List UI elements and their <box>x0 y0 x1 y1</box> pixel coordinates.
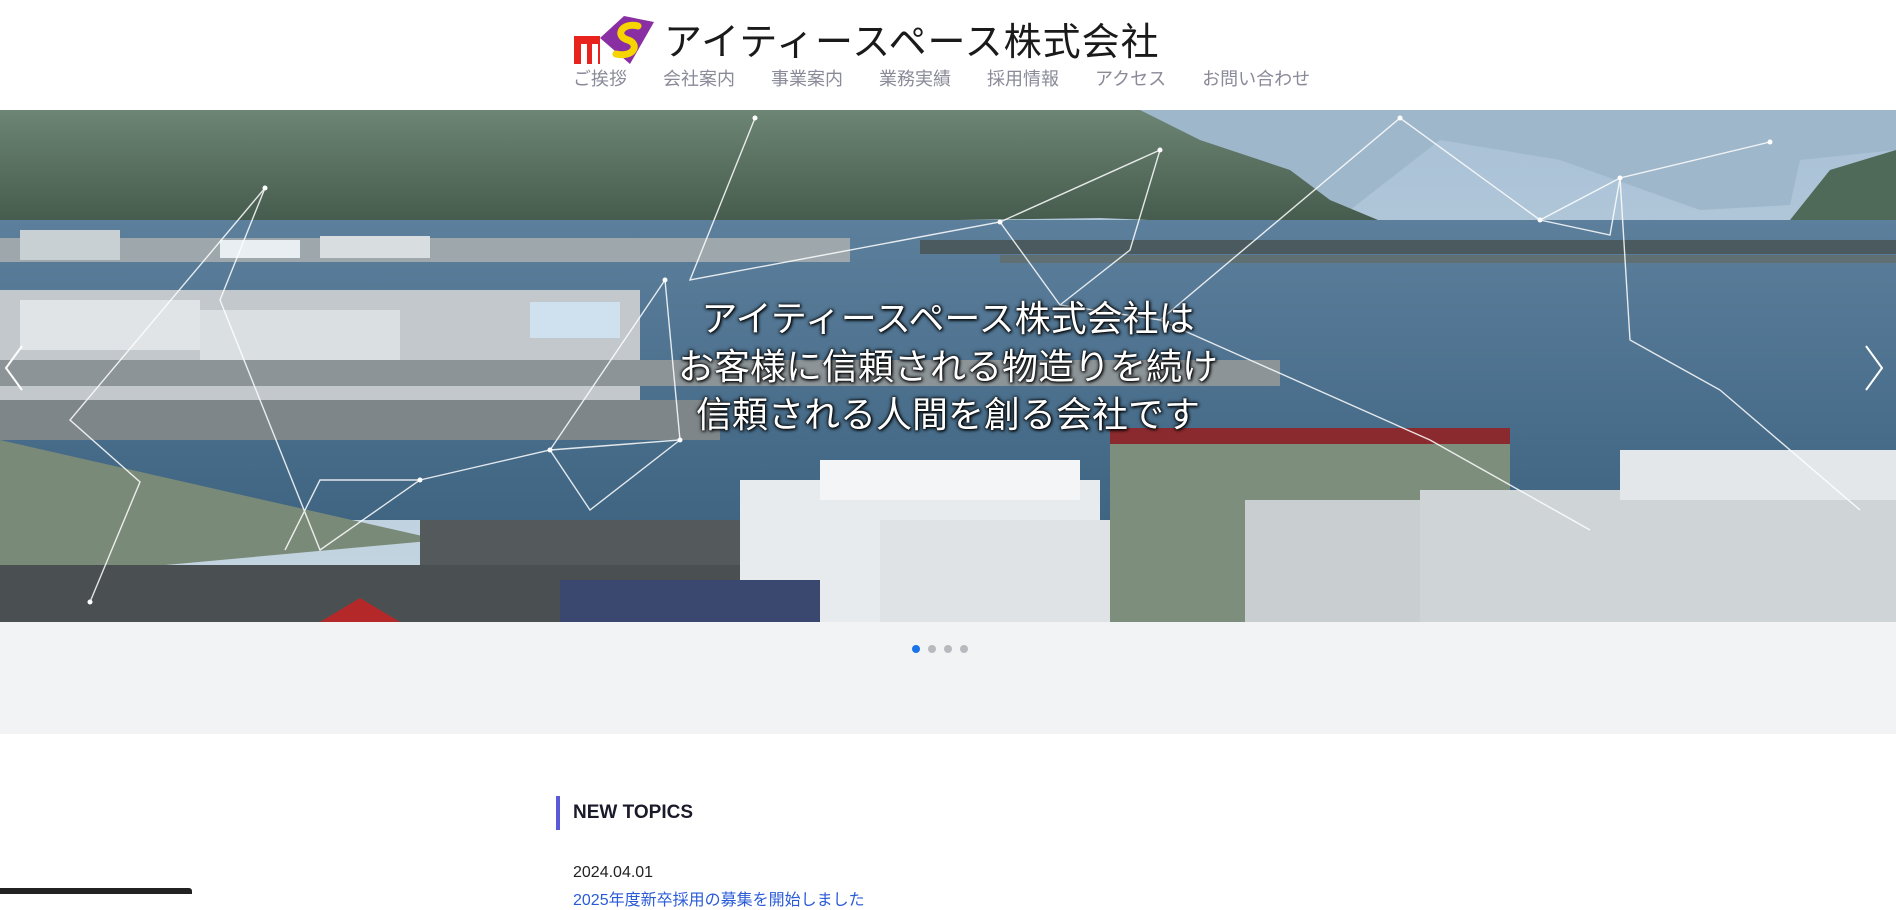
slider-pagination-band <box>0 622 1896 734</box>
chevron-right-icon <box>1865 345 1884 391</box>
nav-item-business[interactable]: 事業案内 <box>771 66 843 94</box>
slide-dot-4[interactable] <box>960 645 968 653</box>
bottom-toolbar[interactable] <box>0 888 192 894</box>
hero-caption-line: お客様に信頼される物造りを続け <box>677 347 1218 388</box>
hero-caption-line: アイティースペース株式会社は <box>701 299 1195 340</box>
chevron-left-icon <box>4 345 23 391</box>
nav-item-achievements[interactable]: 業務実績 <box>879 66 951 94</box>
nav-item-recruit[interactable]: 採用情報 <box>987 66 1059 94</box>
nav-item-greeting[interactable]: ご挨拶 <box>573 66 627 94</box>
main-nav: ご挨拶 会社案内 事業案内 業務実績 採用情報 アクセス お問い合わせ <box>573 66 1310 94</box>
slider-pagination <box>912 645 976 653</box>
topic-date: 2024.04.01 <box>573 864 654 881</box>
section-title: NEW TOPICS <box>556 796 1356 830</box>
slide-dot-3[interactable] <box>944 645 952 653</box>
logo-icon <box>574 16 654 64</box>
nav-item-access[interactable]: アクセス <box>1095 66 1166 94</box>
nav-item-company[interactable]: 会社案内 <box>663 66 735 94</box>
topic-link[interactable]: 2025年度新卒採用の募集を開始しました <box>573 886 865 910</box>
prev-slide-button[interactable] <box>0 338 40 398</box>
nav-item-contact[interactable]: お問い合わせ <box>1202 66 1310 94</box>
hero-caption-line: 信頼される人間を創る会社です <box>695 395 1200 436</box>
new-topics-section: NEW TOPICS 2024.04.01 2025年度新卒採用の募集を開始しま… <box>556 796 1356 909</box>
company-logo[interactable] <box>572 14 656 66</box>
site-header: アイティースペース株式会社 ご挨拶 会社案内 事業案内 業務実績 採用情報 アク… <box>0 0 1896 110</box>
next-slide-button[interactable] <box>1852 338 1892 398</box>
company-name[interactable]: アイティースペース株式会社 <box>664 16 1160 68</box>
slide-dot-1[interactable] <box>912 645 920 653</box>
hero-slider[interactable]: アイティースペース株式会社は お客様に信頼される物造りを続け 信頼される人間を創… <box>0 110 1896 622</box>
slide-dot-2[interactable] <box>928 645 936 653</box>
hero-caption: アイティースペース株式会社は お客様に信頼される物造りを続け 信頼される人間を創… <box>0 296 1896 440</box>
